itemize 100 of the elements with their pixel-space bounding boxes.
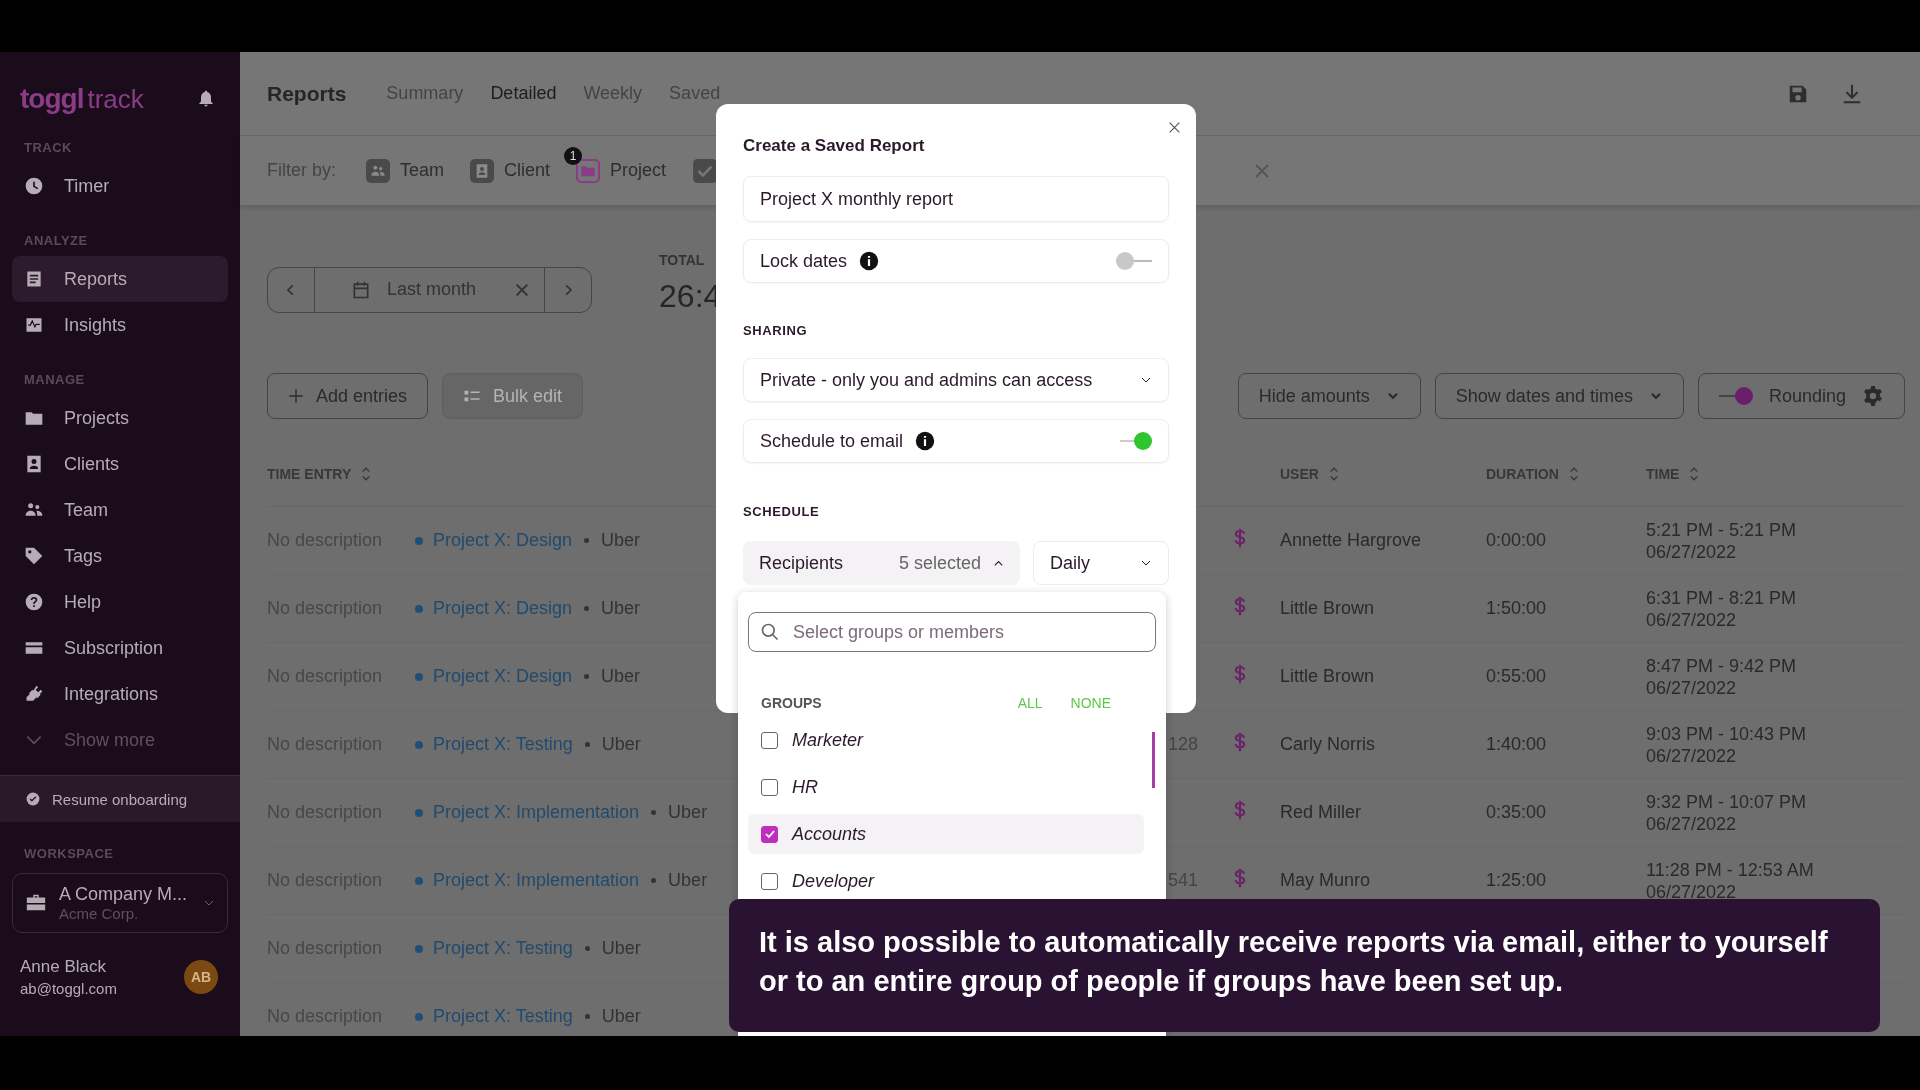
logo-brand: toggl (20, 83, 84, 115)
person-card-icon[interactable] (470, 158, 495, 183)
sidebar-item[interactable]: Timer (12, 163, 228, 209)
group-option[interactable]: Accounts (748, 814, 1144, 854)
filter-option[interactable]: Project (610, 160, 667, 181)
section-title: TRACK (23, 139, 73, 157)
separator-dot (651, 878, 657, 883)
frequency-select[interactable]: Daily (1033, 541, 1169, 585)
info-icon[interactable] (859, 251, 880, 271)
group-option[interactable]: HR (748, 767, 1144, 807)
sidebar-item[interactable]: Tags (12, 533, 228, 579)
project-dot (415, 536, 423, 545)
close-icon[interactable] (1168, 121, 1181, 134)
project-link[interactable]: Project X: Design (433, 666, 573, 687)
toggle-switch[interactable] (1718, 387, 1753, 405)
sidebar-item[interactable]: Reports (12, 256, 228, 302)
section-label: SCHEDULE (743, 503, 821, 521)
rounding-control[interactable]: Rounding (1697, 373, 1905, 419)
duration-cell: 0:00:00 (1486, 530, 1547, 550)
date-range-picker[interactable]: Last month (267, 266, 593, 313)
recipients-select[interactable]: Recipients 5 selected (743, 541, 1020, 585)
project-link[interactable]: Project X: Design (433, 598, 573, 619)
sidebar-item[interactable]: Insights (12, 302, 228, 348)
filter-option[interactable]: Client (504, 160, 551, 181)
logo-product: track (87, 84, 144, 115)
duration-cell: 1:25:00 (1486, 870, 1547, 890)
time-range-cell-text: 5:21 PM - 5:21 PM (1646, 518, 1798, 541)
project-link[interactable]: Project X: Implementation (433, 870, 640, 891)
project-link[interactable]: Project X: Design (433, 530, 573, 551)
select-all-link[interactable]: ALL (1017, 693, 1043, 713)
sharing-select[interactable]: Private - only you and admins can access (743, 358, 1169, 402)
dropdown-button[interactable]: Show dates and times (1434, 373, 1684, 419)
project-dot (415, 808, 423, 817)
separator-dot (584, 742, 590, 747)
client-cell: Uber (601, 666, 641, 687)
client-cell: Uber (601, 1006, 641, 1027)
group-name: Marketer (792, 729, 863, 751)
add-entries-button[interactable]: Add entries (267, 373, 429, 419)
date-cell-text: 06/27/2022 (1646, 608, 1738, 631)
sort-icon (1328, 465, 1339, 483)
checkbox-icon[interactable] (692, 157, 719, 184)
user-cell: Red Miller (1280, 802, 1362, 822)
section-title: MANAGE (23, 371, 86, 389)
client-cell: Uber (601, 598, 641, 619)
date-range-label: Last month (387, 279, 477, 300)
people-icon[interactable] (366, 158, 390, 183)
duration-cell: 1:50:00 (1486, 598, 1547, 618)
client-cell: Uber (601, 734, 641, 755)
checkbox[interactable] (761, 778, 778, 796)
sidebar-item[interactable]: Integrations (12, 671, 228, 717)
group-option[interactable]: Marketer (748, 720, 1144, 760)
download-icon[interactable] (1841, 82, 1863, 105)
sidebar-item[interactable]: Team (12, 487, 228, 533)
filter-option[interactable]: Team (400, 160, 445, 181)
lock-dates-label: Lock dates (760, 250, 848, 272)
group-name: Developer (792, 870, 875, 892)
search-field[interactable]: Select groups or members (748, 612, 1156, 652)
user-email: ab@toggl.com (20, 980, 117, 997)
checkbox[interactable] (761, 872, 778, 890)
sort-icon (361, 465, 372, 483)
project-link[interactable]: Project X: Testing (433, 734, 573, 755)
project-link[interactable]: Project X: Testing (433, 938, 573, 959)
bell-icon[interactable] (196, 89, 216, 109)
user-cell: Annette Hargrove (1280, 530, 1422, 550)
project-link[interactable]: Project X: Testing (433, 1006, 573, 1027)
project-dot (415, 740, 423, 749)
workspace-org: Acme Corp. (59, 905, 140, 922)
report-tab[interactable]: Detailed (490, 83, 557, 104)
sidebar-item[interactable]: Help (12, 579, 228, 625)
group-option[interactable]: Developer (748, 861, 1144, 901)
calendar-icon (351, 279, 371, 300)
workspace-selector[interactable]: A Company M... Acme Corp. (12, 873, 228, 933)
time-range-cell-text: 6:31 PM - 8:21 PM (1646, 586, 1798, 609)
clear-icon[interactable] (514, 281, 531, 298)
toggle-switch[interactable] (1116, 252, 1152, 270)
checkbox[interactable] (761, 825, 778, 843)
groups-label: GROUPS (761, 694, 822, 713)
date-cell-text: 06/27/2022 (1646, 540, 1738, 563)
report-name-field[interactable]: Project X monthly report (743, 176, 1169, 222)
onboarding-bar[interactable]: Resume onboarding (0, 775, 240, 822)
select-none-link[interactable]: NONE (1070, 693, 1111, 713)
caption-text: It is also possible to automatically receive reports via email, either to yourself or to an entire group of people if groups have been set up. (759, 925, 1829, 999)
duration-cell: 0:55:00 (1486, 666, 1547, 686)
dropdown-button[interactable]: Hide amounts (1237, 373, 1421, 419)
total-label: TOTAL (659, 252, 706, 268)
user-avatar[interactable]: AB (184, 960, 218, 994)
group-name: Accounts (792, 823, 867, 845)
settings-icon[interactable] (1862, 385, 1884, 407)
sidebar-item[interactable]: Clients (12, 441, 228, 487)
clock-icon (24, 176, 44, 196)
project-link[interactable]: Project X: Implementation (433, 802, 640, 823)
sidebar-item[interactable]: Projects (12, 395, 228, 441)
sidebar-item[interactable]: Subscription (12, 625, 228, 671)
duration-cell: 0:35:00 (1486, 802, 1547, 822)
show-more-link[interactable]: Show more (12, 717, 228, 763)
checkbox[interactable] (761, 731, 778, 749)
separator-dot (651, 810, 657, 815)
scrollbar[interactable] (1152, 732, 1155, 788)
info-icon[interactable] (915, 431, 936, 451)
count-badge: 1 (564, 146, 583, 165)
